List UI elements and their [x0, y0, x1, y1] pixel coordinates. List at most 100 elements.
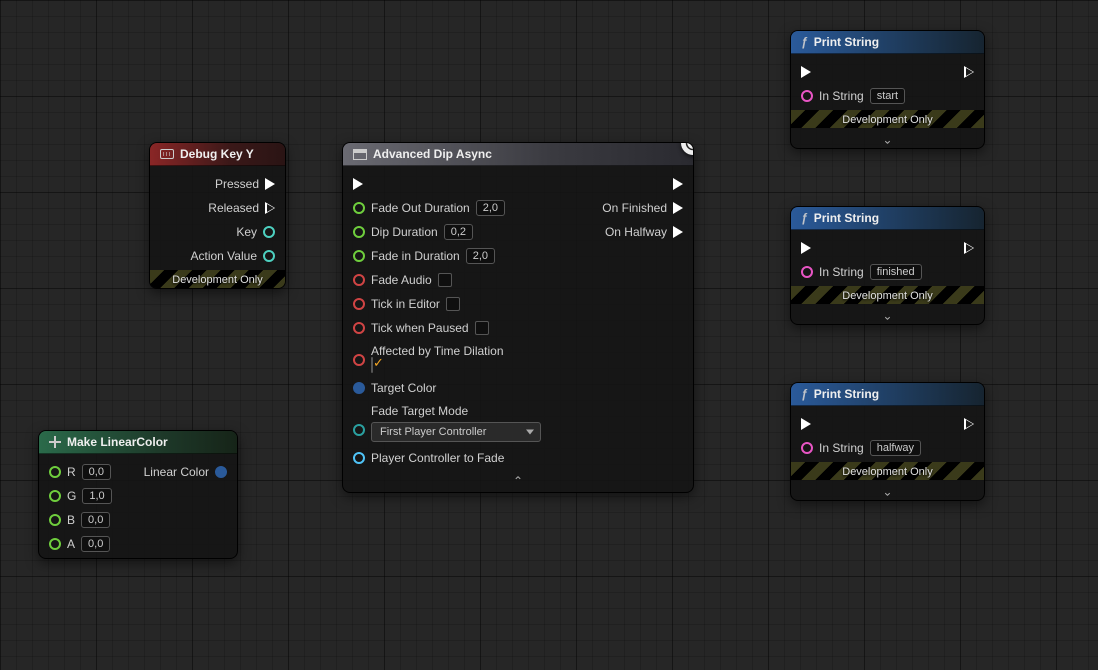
- node-header[interactable]: Advanced Dip Async: [343, 143, 693, 166]
- pin-tickpaused[interactable]: [353, 322, 365, 334]
- node-make-linearcolor[interactable]: Make LinearColor R 0,0 Linear Color G 1,…: [38, 430, 238, 559]
- input-instring[interactable]: finished: [870, 264, 922, 280]
- pin-g[interactable]: [49, 490, 61, 502]
- pin-actionvalue[interactable]: [263, 250, 275, 262]
- pin-released-label: Released: [208, 201, 259, 215]
- pin-onhalfway-label: On Halfway: [605, 225, 667, 239]
- pin-playercontroller-label: Player Controller to Fade: [371, 451, 504, 465]
- pin-timedilation[interactable]: [353, 354, 365, 366]
- pin-actionvalue-label: Action Value: [191, 249, 258, 263]
- pin-exec-out[interactable]: [964, 242, 974, 254]
- pin-onfinished[interactable]: [673, 202, 683, 214]
- pin-linearcolor-out[interactable]: [215, 466, 227, 478]
- input-fadeout[interactable]: 2,0: [476, 200, 505, 216]
- pin-r[interactable]: [49, 466, 61, 478]
- pin-instring-label: In String: [819, 89, 864, 103]
- node-title: Make LinearColor: [67, 435, 168, 449]
- expand-chevron-icon[interactable]: ⌃: [791, 128, 984, 148]
- pin-tickeditor[interactable]: [353, 298, 365, 310]
- pin-exec-out[interactable]: [964, 66, 974, 78]
- pin-exec-out[interactable]: [964, 418, 974, 430]
- node-advanced-dip-async[interactable]: Advanced Dip Async Fade Out Duration 2,0…: [342, 142, 694, 493]
- keyboard-icon: [160, 149, 174, 159]
- pin-exec-in[interactable]: [353, 178, 363, 190]
- development-only-banner: Development Only: [791, 286, 984, 304]
- development-only-banner: Development Only: [791, 110, 984, 128]
- pin-released-exec[interactable]: [265, 202, 275, 214]
- pin-onhalfway[interactable]: [673, 226, 683, 238]
- node-header[interactable]: Make LinearColor: [39, 431, 237, 454]
- select-fadetargetmode[interactable]: First Player Controller: [371, 422, 541, 442]
- development-only-banner: Development Only: [791, 462, 984, 480]
- pin-targetcolor[interactable]: [353, 382, 365, 394]
- pin-instring-label: In String: [819, 265, 864, 279]
- pin-playercontroller[interactable]: [353, 452, 365, 464]
- pin-exec-in[interactable]: [801, 242, 811, 254]
- pin-onfinished-label: On Finished: [602, 201, 667, 215]
- checkbox-fadeaudio[interactable]: [438, 273, 452, 287]
- collapse-chevron-icon[interactable]: ⌃: [343, 472, 693, 492]
- node-print-string-start[interactable]: ƒ Print String In String start Developme…: [790, 30, 985, 149]
- node-title: Advanced Dip Async: [373, 147, 492, 161]
- pin-b-label: B: [67, 513, 75, 527]
- pin-timedilation-label: Affected by Time Dilation: [371, 344, 504, 358]
- node-header[interactable]: ƒ Print String: [791, 207, 984, 230]
- struct-icon: [49, 436, 61, 448]
- pin-dipdur-label: Dip Duration: [371, 225, 438, 239]
- pin-targetcolor-label: Target Color: [371, 381, 436, 395]
- development-only-banner: Development Only: [150, 270, 285, 288]
- pin-instring[interactable]: [801, 90, 813, 102]
- node-header[interactable]: Debug Key Y: [150, 143, 285, 166]
- input-r[interactable]: 0,0: [82, 464, 111, 480]
- input-dipdur[interactable]: 0,2: [444, 224, 473, 240]
- input-a[interactable]: 0,0: [81, 536, 110, 552]
- input-instring[interactable]: halfway: [870, 440, 921, 456]
- pin-fadeout[interactable]: [353, 202, 365, 214]
- pin-fadein[interactable]: [353, 250, 365, 262]
- pin-pressed-exec[interactable]: [265, 178, 275, 190]
- node-header[interactable]: ƒ Print String: [791, 383, 984, 406]
- input-fadein[interactable]: 2,0: [466, 248, 495, 264]
- pin-fadein-label: Fade in Duration: [371, 249, 460, 263]
- pin-a-label: A: [67, 537, 75, 551]
- checkbox-tickpaused[interactable]: [475, 321, 489, 335]
- function-icon: ƒ: [801, 35, 808, 49]
- node-title: Print String: [814, 35, 879, 49]
- pin-dipdur[interactable]: [353, 226, 365, 238]
- node-print-string-halfway[interactable]: ƒ Print String In String halfway Develop…: [790, 382, 985, 501]
- pin-instring[interactable]: [801, 442, 813, 454]
- pin-instring[interactable]: [801, 266, 813, 278]
- node-debug-key[interactable]: Debug Key Y Pressed Released Key Action …: [149, 142, 286, 289]
- checkbox-timedilation[interactable]: [371, 357, 373, 373]
- pin-fadetargetmode[interactable]: [353, 424, 365, 436]
- expand-chevron-icon[interactable]: ⌃: [791, 304, 984, 324]
- expand-chevron-icon[interactable]: ⌃: [791, 480, 984, 500]
- window-icon: [353, 149, 367, 160]
- function-icon: ƒ: [801, 387, 808, 401]
- node-header[interactable]: ƒ Print String: [791, 31, 984, 54]
- pin-exec-in[interactable]: [801, 418, 811, 430]
- pin-fadeout-label: Fade Out Duration: [371, 201, 470, 215]
- pin-out-label: Linear Color: [144, 465, 209, 479]
- pin-a[interactable]: [49, 538, 61, 550]
- function-icon: ƒ: [801, 211, 808, 225]
- pin-fadeaudio-label: Fade Audio: [371, 273, 432, 287]
- input-b[interactable]: 0,0: [81, 512, 110, 528]
- pin-b[interactable]: [49, 514, 61, 526]
- pin-key[interactable]: [263, 226, 275, 238]
- checkbox-tickeditor[interactable]: [446, 297, 460, 311]
- pin-instring-label: In String: [819, 441, 864, 455]
- node-title: Print String: [814, 387, 879, 401]
- pin-fadeaudio[interactable]: [353, 274, 365, 286]
- input-instring[interactable]: start: [870, 88, 905, 104]
- node-title: Print String: [814, 211, 879, 225]
- pin-fadetargetmode-label: Fade Target Mode: [371, 404, 468, 418]
- node-print-string-finished[interactable]: ƒ Print String In String finished Develo…: [790, 206, 985, 325]
- pin-exec-in[interactable]: [801, 66, 811, 78]
- pin-exec-out[interactable]: [673, 178, 683, 190]
- input-g[interactable]: 1,0: [82, 488, 111, 504]
- pin-r-label: R: [67, 465, 76, 479]
- pin-pressed-label: Pressed: [215, 177, 259, 191]
- pin-tickeditor-label: Tick in Editor: [371, 297, 440, 311]
- pin-g-label: G: [67, 489, 76, 503]
